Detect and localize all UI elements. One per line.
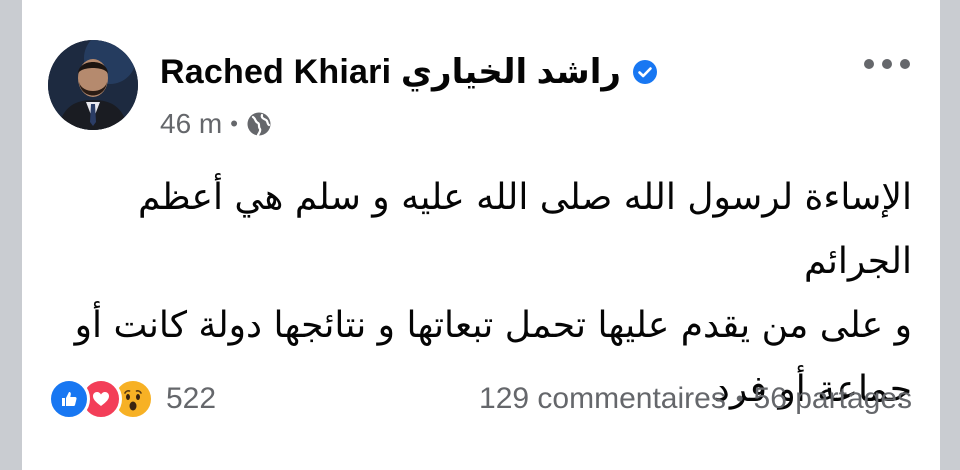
- shares-count[interactable]: 56 partages: [754, 382, 912, 416]
- meta-separator: •: [230, 111, 238, 136]
- author-line: Rached Khiari راشد الخياري: [160, 52, 657, 92]
- post-card: Rached Khiari راشد الخياري 46 m • الإساء…: [22, 0, 940, 470]
- post-header: Rached Khiari راشد الخياري 46 m •: [48, 40, 918, 140]
- reaction-count[interactable]: 522: [166, 382, 216, 416]
- globe-icon[interactable]: [246, 111, 272, 137]
- post-timestamp[interactable]: 46 m: [160, 108, 222, 140]
- stats-separator: •: [735, 386, 744, 411]
- reactions-summary[interactable]: 522: [48, 377, 216, 421]
- post-stats: 129 commentaires • 56 partages: [479, 377, 912, 421]
- avatar[interactable]: [48, 40, 138, 130]
- author-name[interactable]: Rached Khiari راشد الخياري: [160, 52, 621, 92]
- like-reaction-icon: [48, 378, 90, 420]
- comments-count[interactable]: 129 commentaires: [479, 382, 726, 416]
- post-meta: 46 m •: [160, 106, 272, 142]
- more-options-icon[interactable]: [864, 54, 910, 74]
- verified-badge-icon: [632, 60, 657, 84]
